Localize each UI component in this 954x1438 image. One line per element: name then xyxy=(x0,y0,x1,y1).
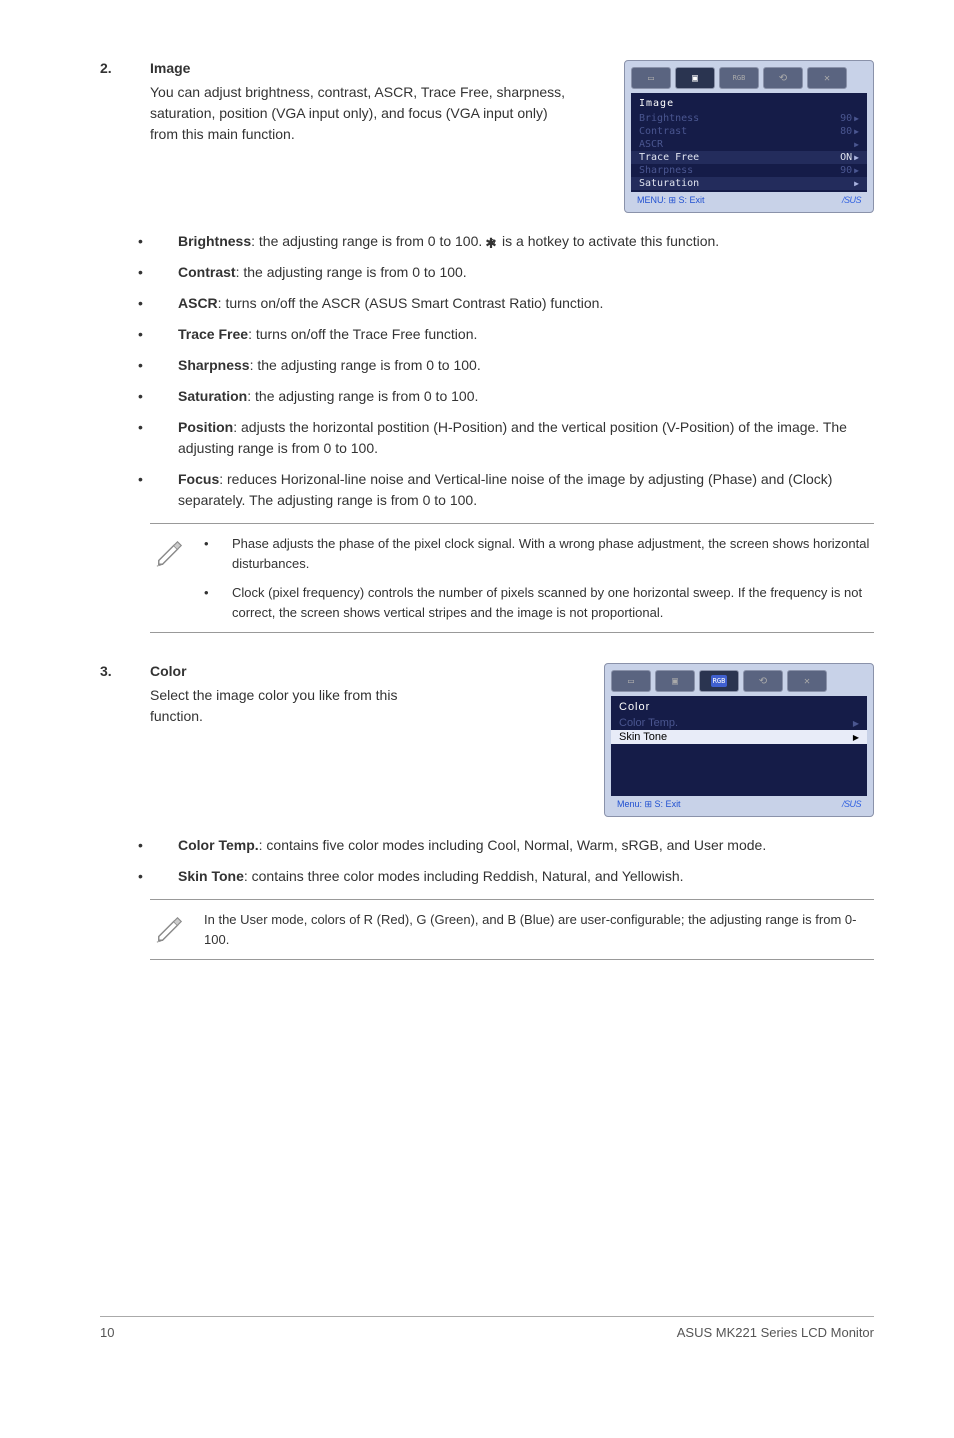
section-intro: Select the image color you like from thi… xyxy=(150,685,450,727)
osd-tab-image-icon: ▣ xyxy=(655,670,695,692)
osd-title: Color xyxy=(611,698,867,716)
section-title: Color xyxy=(150,663,187,679)
chevron-right-icon: ▶ xyxy=(854,179,859,188)
osd-row: Color Temp.▶ xyxy=(611,716,867,730)
list-item: •Skin Tone: contains three color modes i… xyxy=(130,866,874,887)
osd-tab-color-icon: RGB xyxy=(719,67,759,89)
osd-tab-input-icon: ⟲ xyxy=(763,67,803,89)
chevron-right-icon: ▶ xyxy=(853,719,859,728)
osd-brand-logo: /SUS xyxy=(842,799,861,810)
list-item: •ASCR: turns on/off the ASCR (ASUS Smart… xyxy=(130,293,874,314)
osd-tab-system-icon: ✕ xyxy=(787,670,827,692)
chevron-right-icon: ▶ xyxy=(854,114,859,123)
osd-brand-logo: /SUS xyxy=(842,195,861,206)
note-item: •Phase adjusts the phase of the pixel cl… xyxy=(204,534,874,573)
osd-row: Brightness90▶ xyxy=(631,112,867,125)
list-item: •Color Temp.: contains five color modes … xyxy=(130,835,874,856)
list-item: •Saturation: the adjusting range is from… xyxy=(130,386,874,407)
note-block: •Phase adjusts the phase of the pixel cl… xyxy=(150,523,874,633)
note-item: •Clock (pixel frequency) controls the nu… xyxy=(204,583,874,622)
page-footer: 10 ASUS MK221 Series LCD Monitor xyxy=(100,1316,874,1340)
osd-row: ASCR▶ xyxy=(631,138,867,151)
feature-list: •Color Temp.: contains five color modes … xyxy=(130,835,874,887)
list-item: •Focus: reduces Horizonal-line noise and… xyxy=(130,469,874,511)
osd-row: Skin Tone▶ xyxy=(611,730,867,744)
brightness-icon xyxy=(486,236,498,248)
product-name: ASUS MK221 Series LCD Monitor xyxy=(677,1325,874,1340)
chevron-right-icon: ▶ xyxy=(854,166,859,175)
section-title: Image xyxy=(150,60,190,76)
osd-tab-image-icon: ▣ xyxy=(675,67,715,89)
osd-title: Image xyxy=(631,95,867,112)
osd-row: Contrast80▶ xyxy=(631,125,867,138)
list-item: •Contrast: the adjusting range is from 0… xyxy=(130,262,874,283)
osd-row: Trace FreeON▶ xyxy=(631,151,867,164)
note-block: In the User mode, colors of R (Red), G (… xyxy=(150,899,874,960)
osd-tab-color-icon: RGB xyxy=(699,670,739,692)
note-text: In the User mode, colors of R (Red), G (… xyxy=(204,910,874,949)
feature-list: • Brightness: the adjusting range is fro… xyxy=(130,231,874,511)
osd-image-panel: ▭ ▣ RGB ⟲ ✕ Image Brightness90▶ Contrast… xyxy=(624,60,874,213)
chevron-right-icon: ▶ xyxy=(854,140,859,149)
section-number: 3. xyxy=(100,663,150,679)
osd-tab-input-icon: ⟲ xyxy=(743,670,783,692)
pencil-icon xyxy=(150,910,190,949)
list-item: •Position: adjusts the horizontal postit… xyxy=(130,417,874,459)
section-intro: You can adjust brightness, contrast, ASC… xyxy=(150,82,570,145)
chevron-right-icon: ▶ xyxy=(854,153,859,162)
chevron-right-icon: ▶ xyxy=(853,733,859,742)
list-item: •Trace Free: turns on/off the Trace Free… xyxy=(130,324,874,345)
list-item: •Sharpness: the adjusting range is from … xyxy=(130,355,874,376)
osd-color-panel: ▭ ▣ RGB ⟲ ✕ Color Color Temp.▶ Skin Tone… xyxy=(604,663,874,817)
page-number: 10 xyxy=(100,1325,114,1340)
osd-tab-splendid-icon: ▭ xyxy=(611,670,651,692)
osd-row: Saturation▶ xyxy=(631,177,867,190)
section-number: 2. xyxy=(100,60,150,76)
osd-tab-splendid-icon: ▭ xyxy=(631,67,671,89)
osd-tab-system-icon: ✕ xyxy=(807,67,847,89)
osd-footer-hint: MENU: ⊞ S: Exit xyxy=(637,195,705,206)
osd-row: Sharpness90▶ xyxy=(631,164,867,177)
pencil-icon xyxy=(150,534,190,622)
list-item: • Brightness: the adjusting range is fro… xyxy=(130,231,874,252)
chevron-right-icon: ▶ xyxy=(854,127,859,136)
osd-footer-hint: Menu: ⊞ S: Exit xyxy=(617,799,681,810)
